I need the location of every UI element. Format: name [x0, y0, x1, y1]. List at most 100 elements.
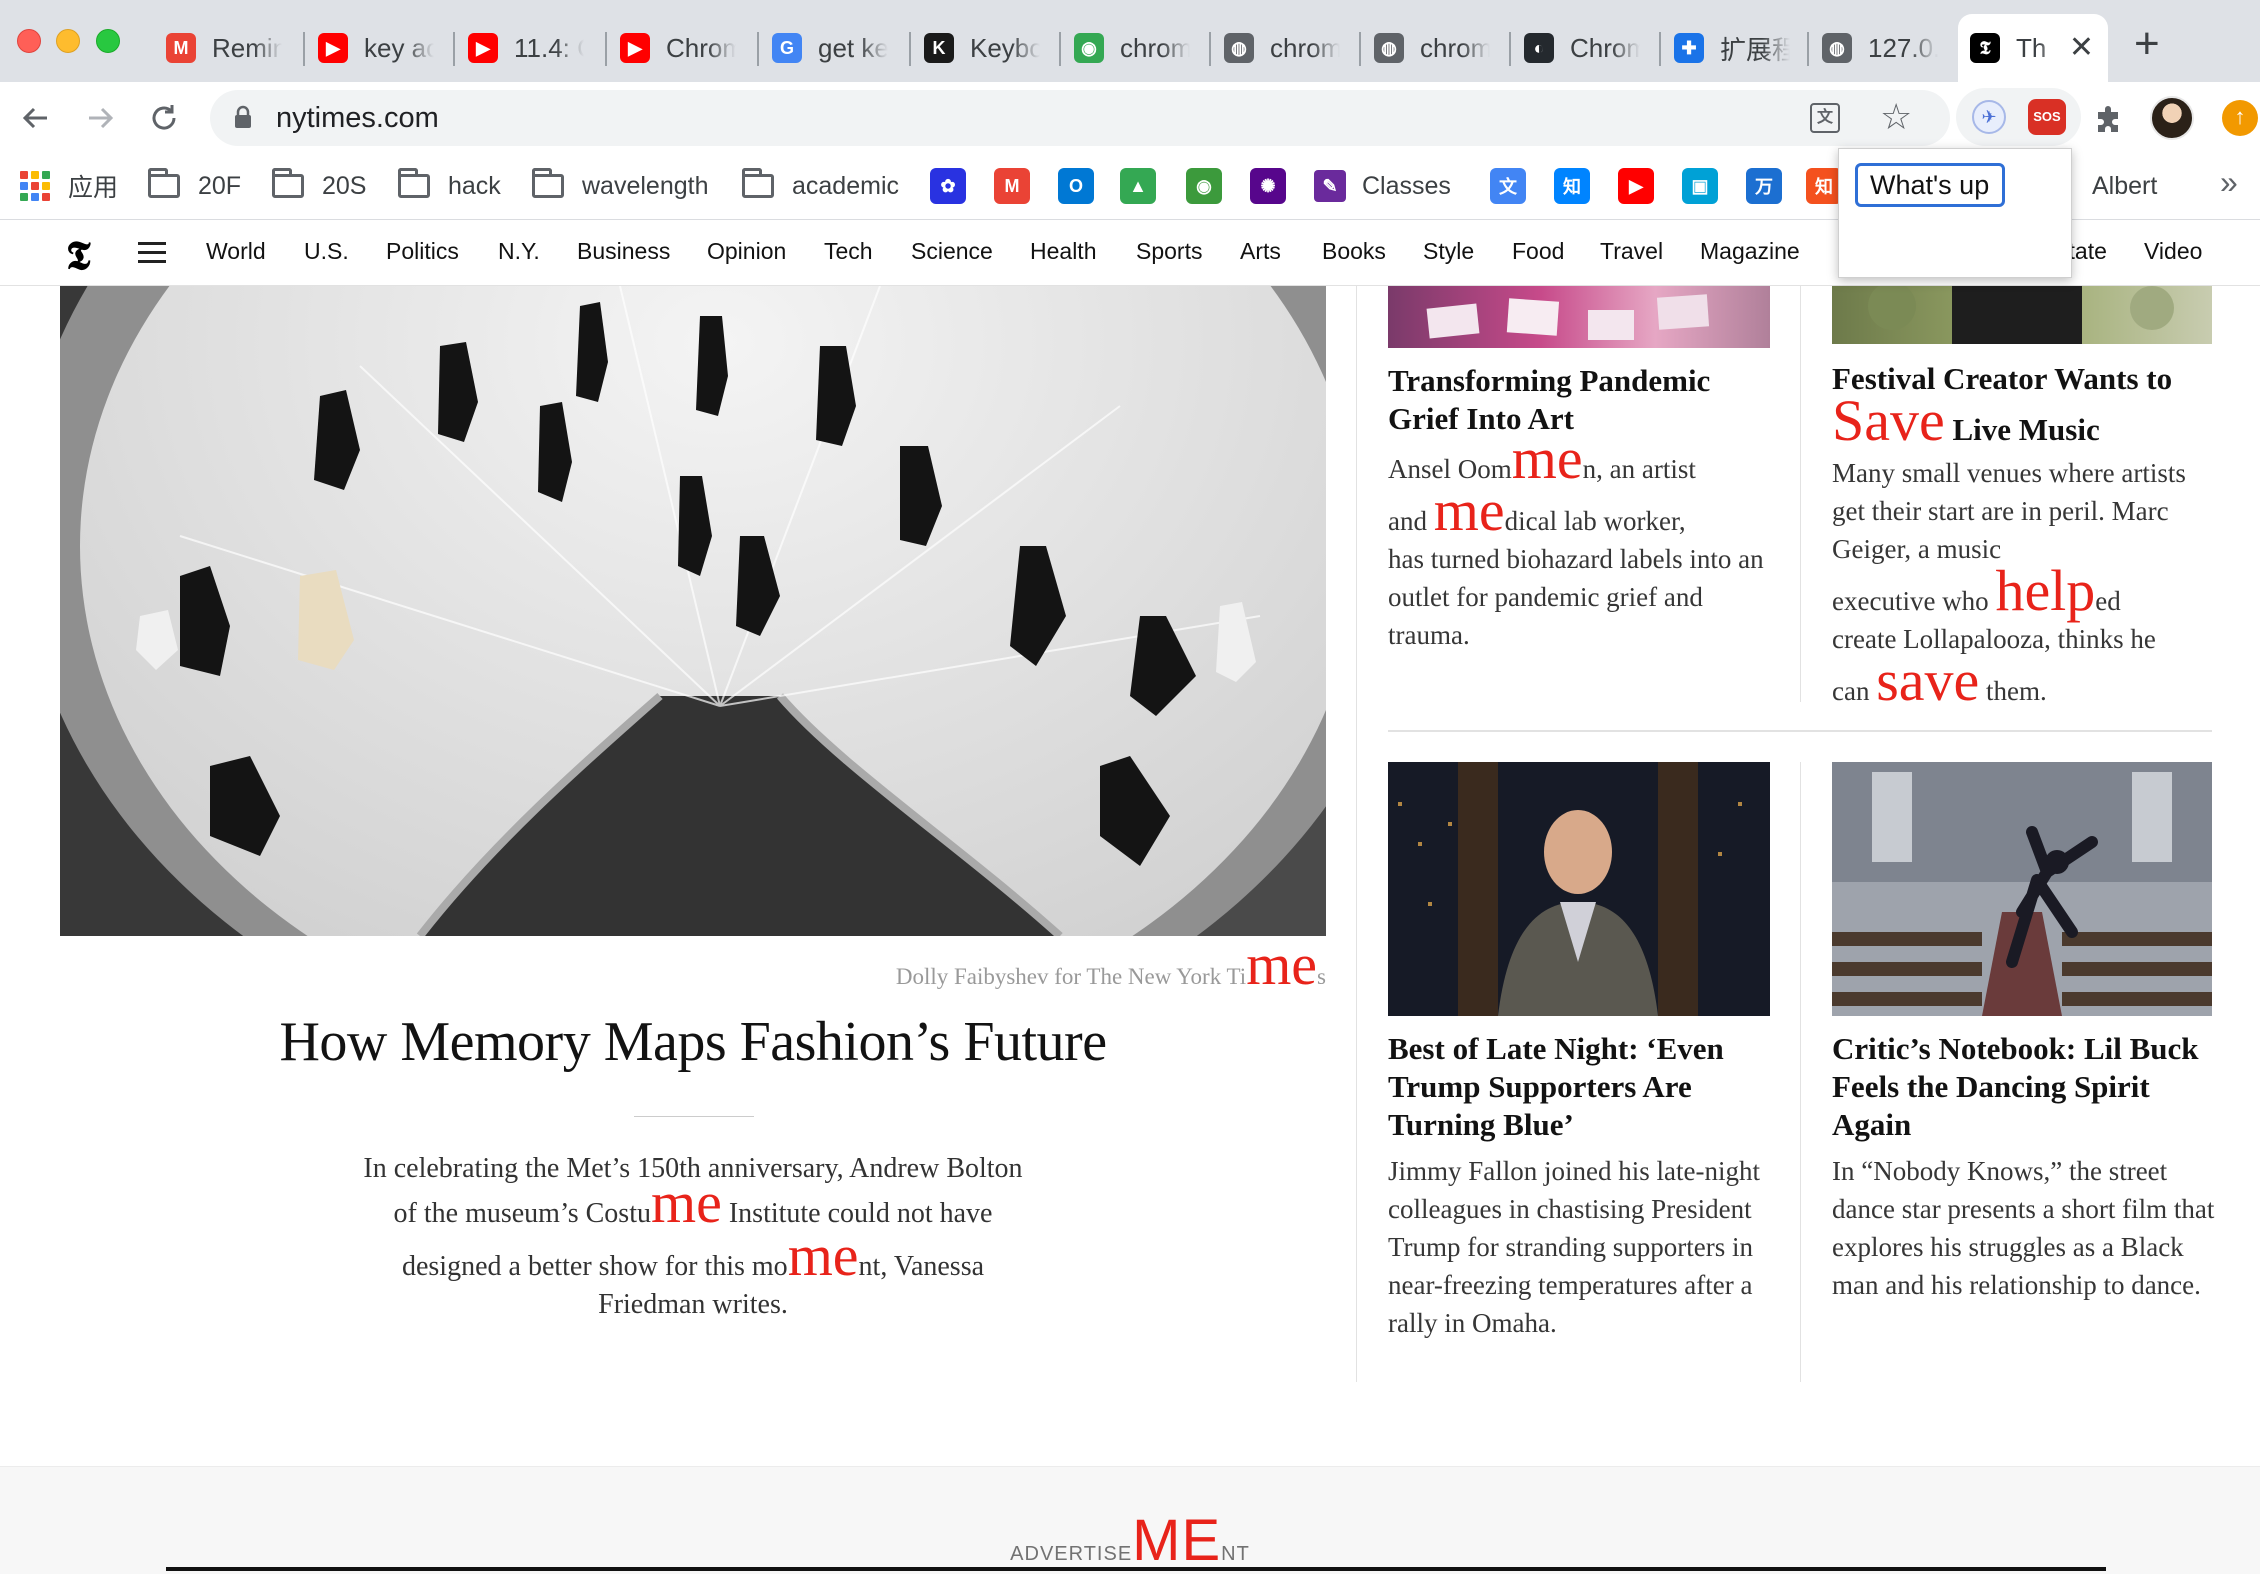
section-link-u-s[interactable]: U.S.	[304, 238, 349, 265]
story-thumbnail-biohazard-art[interactable]	[1388, 286, 1770, 348]
update-chrome-icon[interactable]: ↑	[2222, 100, 2258, 136]
hero-photo-exhibit[interactable]	[60, 286, 1326, 936]
section-link-business[interactable]: Business	[577, 238, 670, 265]
section-link-world[interactable]: World	[206, 238, 266, 265]
column-divider	[1800, 286, 1801, 702]
bookmark-folder-hack[interactable]: hack	[398, 164, 501, 208]
folder-icon	[272, 168, 304, 198]
extension-sos-icon[interactable]: SOS	[2028, 99, 2066, 135]
browser-tab[interactable]: ▶ key ac	[306, 14, 456, 82]
section-link-travel[interactable]: Travel	[1600, 238, 1663, 265]
youtube-icon[interactable]: ▶	[1618, 168, 1654, 204]
section-link-opinion[interactable]: Opinion	[707, 238, 786, 265]
gmail-icon[interactable]: M	[994, 168, 1030, 204]
bookmark-folder-20f[interactable]: 20F	[148, 164, 241, 208]
browser-tab[interactable]: M Remin	[154, 14, 304, 82]
profile-avatar[interactable]	[2150, 96, 2194, 140]
summary-text: Many small venues where artists get thei…	[1832, 458, 2186, 564]
section-link-science[interactable]: Science	[911, 238, 993, 265]
thumbnail-illustration	[1426, 294, 1710, 340]
summary-text: of the museum’s Costu	[393, 1198, 651, 1229]
browser-tab[interactable]: ◉ chrom	[1062, 14, 1212, 82]
hero-headline[interactable]: How Memory Maps Fashion’s Future	[60, 1010, 1326, 1074]
bookmark-folder-academic[interactable]: academic	[742, 164, 899, 208]
tab-label: 11.4: C	[514, 32, 584, 63]
browser-tab[interactable]: ◍ chrom	[1212, 14, 1362, 82]
extensions-puzzle-icon[interactable]	[2092, 102, 2126, 136]
browser-tab[interactable]: ✚ 扩展程	[1662, 14, 1812, 82]
section-link-video[interactable]: Video	[2144, 238, 2202, 265]
translate-page-icon[interactable]: 文	[1810, 103, 1840, 133]
back-button[interactable]	[16, 98, 56, 138]
browser-tab[interactable]: ▶ 11.4: C	[456, 14, 606, 82]
forward-button[interactable]	[80, 98, 120, 138]
translate-icon[interactable]: 文	[1490, 168, 1526, 204]
bookmark-apps[interactable]: 应用	[20, 164, 118, 208]
story-headline[interactable]: Best of Late Night: ‘Even Trump Supporte…	[1388, 1030, 1770, 1144]
extension-sync-icon[interactable]: ✈	[1972, 100, 2006, 134]
bookmarks-overflow-chevron-icon[interactable]: »	[2220, 164, 2238, 201]
hamburger-menu-icon[interactable]	[138, 242, 166, 264]
section-link-arts[interactable]: Arts	[1240, 238, 1281, 265]
browser-tab[interactable]: K Keybo	[912, 14, 1062, 82]
bookmark-albert[interactable]: Albert	[2092, 164, 2157, 208]
story-thumbnail-late-night[interactable]	[1388, 762, 1770, 1016]
bookmark-label: academic	[792, 171, 899, 200]
summary-text: nt, Vanessa	[858, 1251, 985, 1282]
orange-app-icon[interactable]: 知	[1806, 168, 1842, 204]
browser-tab[interactable]: ▶ Chrom	[608, 14, 758, 82]
new-tab-button[interactable]: +	[2134, 22, 2160, 66]
wanfang-icon[interactable]: 万	[1746, 168, 1782, 204]
browser-tab[interactable]: ◐ Chrom	[1512, 14, 1662, 82]
section-link-sports[interactable]: Sports	[1136, 238, 1202, 265]
github-icon: ◐	[1524, 33, 1554, 63]
section-link-food[interactable]: Food	[1512, 238, 1564, 265]
browser-tab[interactable]: ◍ chrom	[1362, 14, 1512, 82]
browser-tab[interactable]: ◍ 127.0.	[1810, 14, 1960, 82]
tab-strip: M Remin ▶ key ac ▶ 11.4: C ▶ Chrom Gget ke K Keybo…	[0, 0, 2260, 82]
bookmark-classes[interactable]: ✎ Classes	[1314, 164, 1451, 208]
story-thumbnail-lil-buck[interactable]	[1832, 762, 2212, 1016]
baidu-paw-icon[interactable]: ✿	[930, 168, 966, 204]
section-link-magazine[interactable]: Magazine	[1700, 238, 1800, 265]
bookmark-label: 应用	[68, 174, 119, 202]
zhihu-icon[interactable]: 知	[1554, 168, 1590, 204]
story-headline[interactable]: Festival Creator Wants to Save Live Musi…	[1832, 360, 2222, 450]
section-link-style[interactable]: Style	[1423, 238, 1474, 265]
bookmark-folder-wavelength[interactable]: wavelength	[532, 164, 708, 208]
section-link-health[interactable]: Health	[1030, 238, 1096, 265]
nyu-icon[interactable]: ✺	[1250, 168, 1286, 204]
reload-button[interactable]	[144, 98, 184, 138]
tab-active[interactable]: 𝕿 Th ✕	[1958, 14, 2108, 82]
outlook-icon[interactable]: O	[1058, 168, 1094, 204]
summary-text: dical lab worker,	[1504, 506, 1686, 536]
lock-icon[interactable]	[234, 105, 252, 129]
zoom-window-button[interactable]	[96, 29, 120, 53]
section-link-tech[interactable]: Tech	[824, 238, 873, 265]
close-window-button[interactable]	[17, 29, 41, 53]
story-headline[interactable]: Critic’s Notebook: Lil Buck Feels the Da…	[1832, 1030, 2222, 1144]
google-drive-icon[interactable]: ▲	[1120, 168, 1156, 204]
popup-text-input[interactable]	[1855, 163, 2005, 207]
bilibili-icon[interactable]: ▣	[1682, 168, 1718, 204]
minimize-window-button[interactable]	[56, 29, 80, 53]
extension-puzzle-icon: ✚	[1674, 33, 1704, 63]
thumbnail-illustration	[1832, 762, 2212, 1016]
story-thumbnail-festival-creator[interactable]	[1832, 286, 2212, 344]
browser-tab[interactable]: Gget ke	[760, 14, 910, 82]
address-bar[interactable]: nytimes.com 文 ☆	[210, 90, 1950, 146]
section-link-n-y[interactable]: N.Y.	[498, 238, 540, 265]
folder-icon	[398, 168, 430, 198]
highlight-me: me	[1511, 426, 1583, 491]
url-text[interactable]: nytimes.com	[276, 102, 439, 135]
nyt-logo-icon[interactable]: 𝕿	[66, 232, 91, 279]
classes-icon: ✎	[1314, 170, 1346, 202]
section-link-politics[interactable]: Politics	[386, 238, 459, 265]
section-link-books[interactable]: Books	[1322, 238, 1386, 265]
bookmark-folder-20s[interactable]: 20S	[272, 164, 366, 208]
green-app-icon[interactable]: ◉	[1186, 168, 1222, 204]
close-tab-icon[interactable]: ✕	[2069, 33, 2094, 63]
hero-summary-line: of the museum’s Costume Institute could …	[310, 1174, 1076, 1233]
ad-text: ADVERTISE	[1010, 1543, 1133, 1565]
bookmark-star-icon[interactable]: ☆	[1880, 96, 1912, 138]
